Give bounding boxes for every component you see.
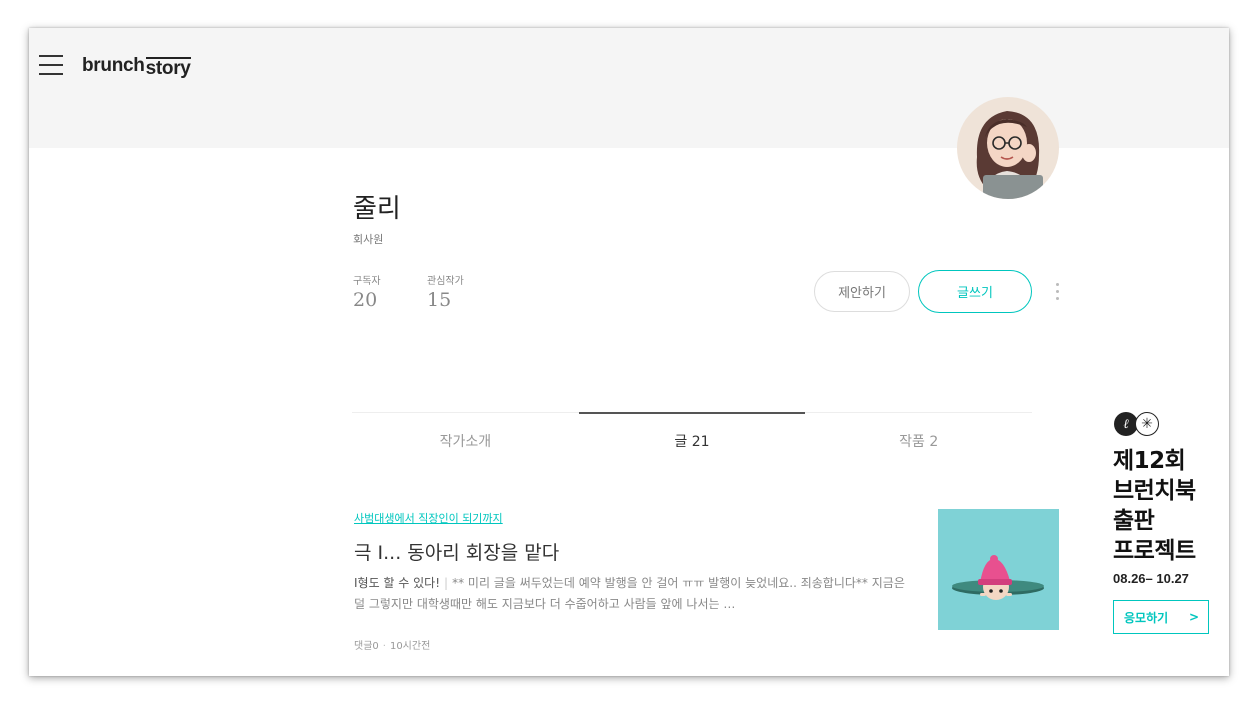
promo-date: 08.26– 10.27 — [1113, 571, 1189, 586]
subscriber-value: 20 — [353, 289, 378, 311]
more-options-icon[interactable] — [1051, 280, 1063, 304]
article-excerpt[interactable]: I형도 할 수 있다! | ** 미리 글을 써두었는데 예약 발행을 안 걸어 ㅠ… — [354, 573, 914, 615]
magazine-link[interactable]: 사범대생에서 직장인이 되기까지 — [354, 510, 503, 526]
author-avatar[interactable] — [957, 97, 1059, 199]
article-title[interactable]: 극 I... 동아리 회장을 맡다 — [354, 538, 559, 565]
brunchbook-promo-banner[interactable]: ℓ ✳ 제12회 브런치북 출판 프로젝트 08.26– 10.27 응모하기 > — [1113, 412, 1213, 642]
promo-title-line: 프로젝트 — [1113, 538, 1196, 564]
author-job: 회사원 — [353, 233, 384, 246]
meta-separator: · — [382, 641, 386, 652]
write-button[interactable]: 글쓰기 — [918, 270, 1032, 313]
promo-title-line: 브런치북 — [1113, 478, 1196, 504]
excerpt-separator: | — [444, 576, 449, 590]
promo-title-line: 출판 — [1113, 508, 1155, 534]
brunchstory-logo[interactable]: brunch story — [82, 55, 191, 79]
chevron-right-icon: > — [1188, 610, 1199, 624]
logo-story-text: story — [145, 57, 191, 79]
logo-brunch-text: brunch — [82, 55, 145, 76]
promo-title: 제12회 브런치북 출판 프로젝트 — [1113, 446, 1223, 566]
apply-button[interactable]: 응모하기 > — [1113, 600, 1209, 634]
article-list-item[interactable]: 사범대생에서 직장인이 되기까지 극 I... 동아리 회장을 맡다 I형도 할… — [352, 506, 1059, 656]
suggest-button[interactable]: 제안하기 — [814, 271, 910, 312]
following-label: 관심작가 — [427, 276, 464, 287]
subscriber-count[interactable]: 구독자 20 — [353, 272, 381, 311]
publish-time: 10시간전 — [389, 641, 431, 652]
author-name: 줄리 — [353, 194, 401, 224]
following-value: 15 — [427, 289, 452, 311]
browser-frame: brunch story 줄리 회사원 구독자 20 관심작가 15 제안하기 … — [29, 28, 1229, 676]
article-thumbnail[interactable] — [938, 509, 1059, 630]
subscriber-label: 구독자 — [353, 276, 381, 287]
following-count[interactable]: 관심작가 15 — [427, 272, 464, 311]
tab-author-intro[interactable]: 작가소개 — [352, 413, 579, 468]
promo-title-line: 제12회 — [1113, 448, 1186, 474]
hamburger-menu-icon[interactable] — [39, 54, 65, 76]
tab-works[interactable]: 작품 2 — [805, 413, 1032, 468]
comment-count: 댓글0 — [354, 641, 379, 652]
brunch-promo-logo-icon: ℓ ✳ — [1114, 412, 1159, 436]
apply-button-label: 응모하기 — [1124, 610, 1169, 625]
article-excerpt-lead: I형도 할 수 있다! — [354, 576, 441, 590]
tab-articles[interactable]: 글 21 — [578, 412, 806, 468]
profile-tabs: 작가소개 글 21 작품 2 — [352, 412, 1032, 468]
article-meta: 댓글0 · 10시간전 — [354, 637, 430, 652]
